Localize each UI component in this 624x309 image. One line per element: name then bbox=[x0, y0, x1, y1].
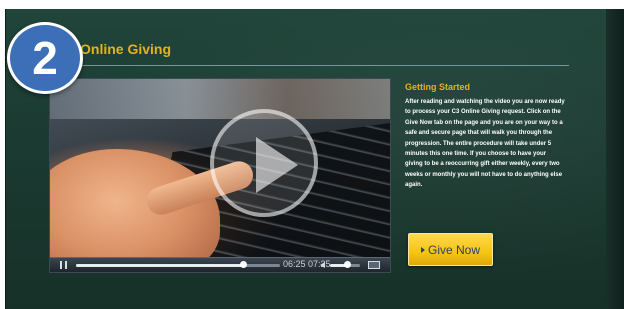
section-title: Online Giving bbox=[80, 41, 172, 57]
play-icon bbox=[256, 137, 298, 193]
fullscreen-icon[interactable] bbox=[368, 261, 380, 269]
video-background bbox=[50, 79, 390, 119]
step-number-badge: 2 bbox=[7, 22, 83, 94]
info-heading: Getting Started bbox=[405, 82, 471, 92]
pause-icon[interactable] bbox=[60, 261, 67, 269]
seek-bar-progress bbox=[76, 264, 244, 267]
volume-icon[interactable] bbox=[320, 262, 325, 268]
panel-edge bbox=[606, 9, 624, 309]
title-divider bbox=[72, 65, 569, 66]
seek-bar[interactable] bbox=[76, 261, 280, 268]
info-body: After reading and watching the video you… bbox=[405, 99, 565, 189]
volume-handle[interactable] bbox=[343, 261, 351, 268]
give-now-label: Give Now bbox=[427, 242, 480, 257]
volume-slider[interactable] bbox=[330, 261, 360, 268]
video-controls: 06:25 07:25 bbox=[50, 257, 390, 272]
play-button[interactable] bbox=[210, 109, 318, 217]
seek-handle[interactable] bbox=[240, 261, 248, 268]
give-now-button[interactable]: Give Now bbox=[408, 233, 493, 266]
arrow-right-icon bbox=[420, 246, 425, 253]
getting-started-info: Getting Started After reading and watchi… bbox=[405, 82, 565, 191]
video-player[interactable]: 06:25 07:25 bbox=[49, 78, 391, 273]
